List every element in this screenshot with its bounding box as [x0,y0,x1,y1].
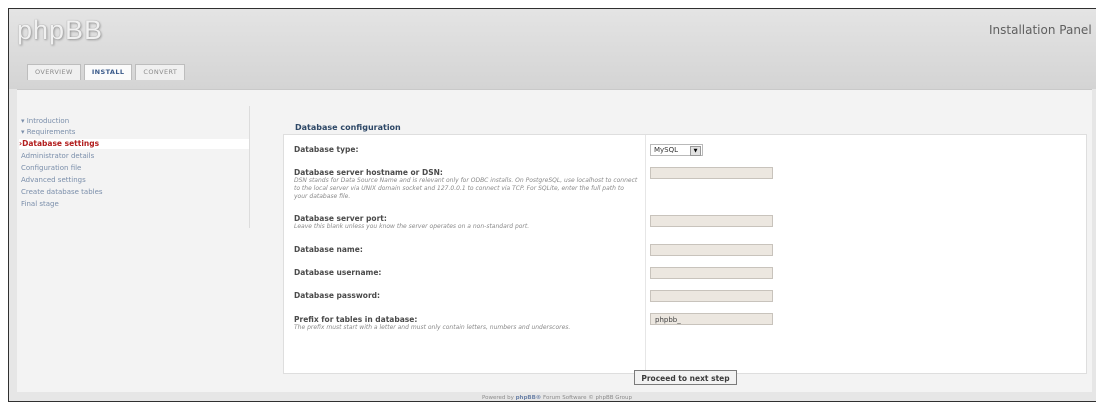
db-username-label: Database username: [294,268,382,277]
sidebar-item-advanced-settings: Advanced settings [21,176,86,184]
sidebar-item-final-stage: Final stage [21,200,59,208]
db-type-label: Database type: [294,145,359,154]
db-name-label: Database name: [294,245,363,254]
port-input[interactable] [650,215,773,227]
db-type-value: MySQL [654,146,679,154]
sidebar-item-introduction[interactable]: ▾ Introduction [21,116,251,126]
sidebar-item-requirements[interactable]: ▾ Requirements [21,127,251,137]
dropdown-arrow-icon[interactable]: ▼ [690,146,701,156]
db-username-input[interactable] [650,267,773,279]
db-name-input[interactable] [650,244,773,256]
sidebar: ▾ Introduction ▾ Requirements ›Database … [17,90,249,290]
db-type-select[interactable]: MySQL ▼ [650,144,703,156]
sidebar-divider [249,106,250,228]
footer-phpbb-link[interactable]: phpBB® [516,395,542,401]
tab-bar: OVERVIEW INSTALL CONVERT [27,64,186,80]
column-divider [645,135,646,373]
database-config-form: Database type: MySQL ▼ Database server h… [283,134,1087,374]
sidebar-item-create-database-tables: Create database tables [21,188,103,196]
header: phpBB Installation Panel OVERVIEW INSTAL… [9,9,1096,89]
prefix-input[interactable]: phpbb_ [650,313,773,325]
db-password-input[interactable] [650,290,773,302]
proceed-button[interactable]: Proceed to next step [634,370,737,385]
footer: Powered by phpBB® Forum Software © phpBB… [9,392,1096,401]
sidebar-item-configuration-file: Configuration file [21,164,82,172]
tab-overview[interactable]: OVERVIEW [27,64,81,80]
hostname-label: Database server hostname or DSN: [294,168,443,177]
prefix-description: The prefix must start with a letter and … [294,324,571,331]
phpbb-logo[interactable]: phpBB [17,15,103,46]
prefix-label: Prefix for tables in database: [294,315,418,324]
port-label: Database server port: [294,214,387,223]
tab-install[interactable]: INSTALL [83,64,133,80]
tab-convert[interactable]: CONVERT [135,64,186,80]
app-frame: phpBB Installation Panel OVERVIEW INSTAL… [8,8,1096,402]
hostname-description: DSN stands for Data Source Name and is r… [294,177,638,200]
footer-suffix: Forum Software © phpBB Group [541,395,632,401]
main-panel: ▾ Introduction ▾ Requirements ›Database … [17,89,1092,392]
db-password-label: Database password: [294,291,381,300]
section-title: Database configuration [295,123,401,132]
panel-title: Installation Panel [989,23,1092,37]
footer-prefix: Powered by [481,395,516,401]
port-description: Leave this blank unless you know the ser… [294,223,530,230]
hostname-input[interactable] [650,167,773,179]
sidebar-item-administrator-details: Administrator details [21,152,95,160]
sidebar-item-database-settings[interactable]: ›Database settings [19,139,249,149]
